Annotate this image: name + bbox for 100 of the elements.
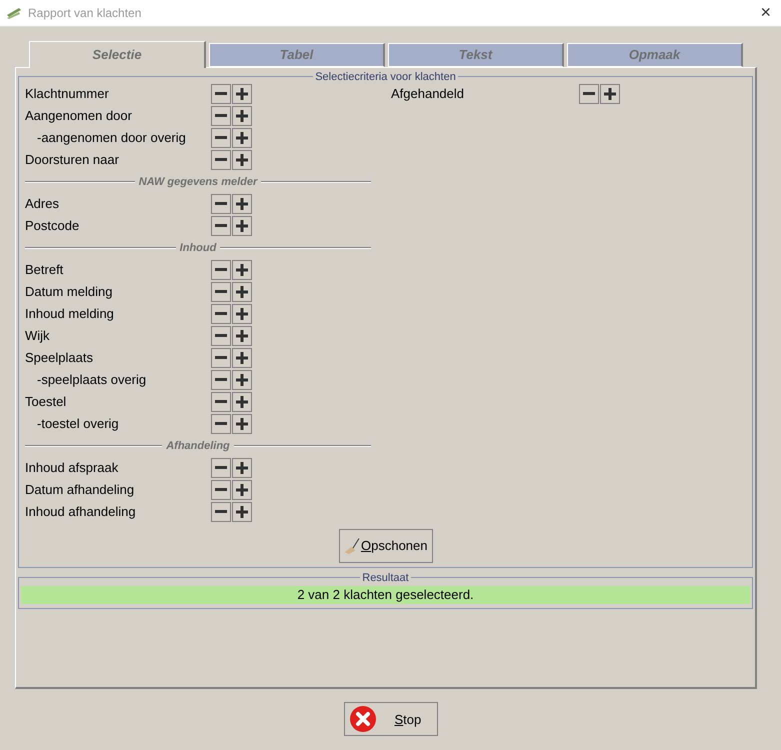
- clear-button[interactable]: Opschonen: [338, 528, 432, 563]
- plus-button[interactable]: [232, 106, 252, 126]
- criterion-label: Doorsturen naar: [25, 152, 120, 168]
- plus-button[interactable]: [232, 150, 252, 170]
- minus-button[interactable]: [211, 480, 231, 500]
- criterion-label: -toestel overig: [36, 416, 120, 432]
- plus-icon: [236, 308, 248, 320]
- plus-button[interactable]: [232, 392, 252, 412]
- minus-icon: [215, 290, 227, 294]
- minus-icon: [215, 136, 227, 140]
- minus-button[interactable]: [211, 84, 231, 104]
- criterion-label: Inhoud melding: [25, 306, 115, 322]
- result-message: 2 van 2 klachten geselecteerd.: [21, 586, 750, 604]
- minus-button[interactable]: [211, 326, 231, 346]
- plus-button[interactable]: [232, 502, 252, 522]
- plus-icon: [236, 286, 248, 298]
- plus-icon: [236, 132, 248, 144]
- plus-button[interactable]: [232, 304, 252, 324]
- minus-button[interactable]: [211, 414, 231, 434]
- group-title: Resultaat: [361, 572, 410, 584]
- minus-button[interactable]: [211, 348, 231, 368]
- plus-icon: [236, 198, 248, 210]
- close-icon: [348, 705, 376, 734]
- minus-button[interactable]: [211, 216, 231, 236]
- plus-icon: [236, 220, 248, 232]
- minus-icon: [215, 202, 227, 206]
- criterion-label: Speelplaats: [25, 350, 94, 366]
- criterion-label: Aangenomen door: [25, 108, 133, 124]
- group-title: Selectiecriteria voor klachten: [314, 70, 457, 83]
- minus-icon: [215, 114, 227, 118]
- minus-button[interactable]: [211, 194, 231, 214]
- plus-button[interactable]: [232, 216, 252, 236]
- minus-icon: [215, 422, 227, 426]
- plus-icon: [236, 88, 248, 100]
- plus-button[interactable]: [232, 194, 252, 214]
- plus-button[interactable]: [232, 414, 252, 434]
- criterion-label: Wijk: [25, 328, 51, 344]
- plus-button[interactable]: [232, 458, 252, 478]
- window-title: Rapport van klachten: [28, 6, 142, 20]
- plus-button[interactable]: [600, 84, 620, 104]
- minus-icon: [215, 312, 227, 316]
- plus-button[interactable]: [232, 128, 252, 148]
- criterion-label: Postcode: [25, 218, 80, 234]
- criterion-label: Afgehandeld: [391, 86, 466, 102]
- criterion-label: Adres: [25, 196, 60, 212]
- plus-icon: [604, 88, 616, 100]
- plus-icon: [236, 154, 248, 166]
- minus-icon: [215, 268, 227, 272]
- tab[interactable]: Selectie: [29, 40, 206, 68]
- minus-icon: [215, 400, 227, 404]
- minus-icon: [215, 158, 227, 162]
- minus-icon: [215, 488, 227, 492]
- plus-button[interactable]: [232, 370, 252, 390]
- minus-button[interactable]: [211, 106, 231, 126]
- plus-button[interactable]: [232, 480, 252, 500]
- plus-button[interactable]: [232, 260, 252, 280]
- tab[interactable]: Opmaak: [567, 42, 743, 67]
- plus-button[interactable]: [232, 84, 252, 104]
- tab[interactable]: Tekst: [388, 42, 564, 67]
- minus-icon: [583, 92, 595, 96]
- plus-button[interactable]: [232, 282, 252, 302]
- criterion-label: Toestel: [25, 394, 68, 410]
- minus-button[interactable]: [211, 370, 231, 390]
- minus-button[interactable]: [579, 84, 599, 104]
- section-title: NAW gegevens melder: [138, 176, 258, 188]
- minus-button[interactable]: [211, 260, 231, 280]
- stop-button[interactable]: Stop: [344, 702, 438, 736]
- minus-icon: [215, 92, 227, 96]
- minus-icon: [215, 356, 227, 360]
- plus-icon: [236, 264, 248, 276]
- plus-icon: [236, 418, 248, 430]
- minus-button[interactable]: [211, 502, 231, 522]
- criterion-label: Klachtnummer: [25, 86, 110, 102]
- plus-icon: [236, 110, 248, 122]
- plus-icon: [236, 506, 248, 518]
- plus-button[interactable]: [232, 348, 252, 368]
- minus-button[interactable]: [211, 128, 231, 148]
- minus-icon: [215, 224, 227, 228]
- minus-button[interactable]: [211, 304, 231, 324]
- close-button[interactable]: ×: [756, 2, 775, 24]
- plus-icon: [236, 396, 248, 408]
- plus-button[interactable]: [232, 326, 252, 346]
- tab[interactable]: Tabel: [209, 42, 385, 67]
- plus-icon: [236, 352, 248, 364]
- minus-button[interactable]: [211, 392, 231, 412]
- plus-icon: [236, 484, 248, 496]
- minus-button[interactable]: [211, 458, 231, 478]
- minus-icon: [215, 334, 227, 338]
- minus-icon: [215, 510, 227, 514]
- minus-icon: [215, 466, 227, 470]
- plus-icon: [236, 374, 248, 386]
- minus-button[interactable]: [211, 150, 231, 170]
- section-title: Inhoud: [180, 242, 216, 254]
- criterion-label: Betreft: [25, 262, 64, 278]
- criterion-label: Datum melding: [25, 284, 114, 300]
- criterion-label: Inhoud afspraak: [25, 460, 120, 476]
- criterion-label: -speelplaats overig: [36, 372, 148, 388]
- section-title: Afhandeling: [166, 440, 230, 452]
- minus-button[interactable]: [211, 282, 231, 302]
- plus-icon: [236, 330, 248, 342]
